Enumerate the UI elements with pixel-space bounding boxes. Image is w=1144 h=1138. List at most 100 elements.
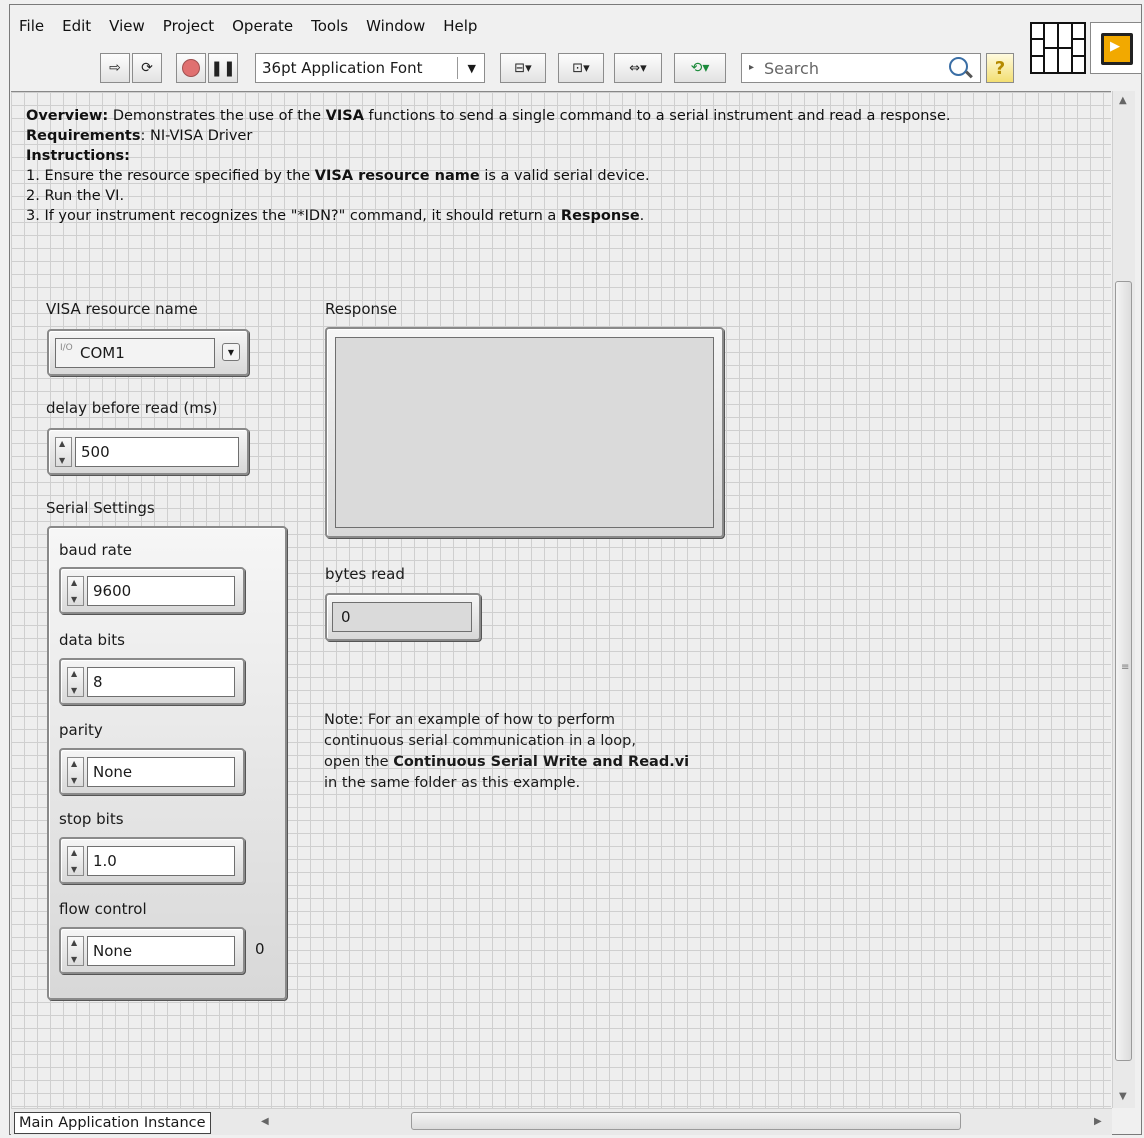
delay-input[interactable]: 500 <box>75 437 239 467</box>
visa-resource-value: COM1 <box>80 344 125 362</box>
arrow-up-icon[interactable]: ▲ <box>71 848 77 857</box>
menu-operate[interactable]: Operate <box>223 17 302 35</box>
arrow-down-icon[interactable]: ▼ <box>71 776 77 785</box>
run-continuously-icon: ⟳ <box>141 60 153 76</box>
pause-button[interactable]: ❚❚ <box>208 53 238 83</box>
parity-label: parity <box>59 721 103 739</box>
instruction-step-2: 2. Run the VI. <box>26 188 125 204</box>
menu-bar: File Edit View Project Operate Tools Win… <box>10 12 486 40</box>
grip-icon: ≡ <box>1121 662 1130 673</box>
menu-tools[interactable]: Tools <box>302 17 357 35</box>
overview-line: Overview: Demonstrates the use of the VI… <box>26 108 951 124</box>
instruction-step-3: 3. If your instrument recognizes the "*I… <box>26 208 645 224</box>
arrow-down-icon[interactable]: ▼ <box>71 686 77 695</box>
connector-pane-icon[interactable] <box>1030 22 1086 74</box>
resize-objects-button[interactable]: ⇔▾ <box>614 53 662 83</box>
data-bits-input[interactable]: 8 <box>87 667 235 697</box>
run-arrow-icon: ⇨ <box>109 60 121 76</box>
parity-input[interactable]: None <box>87 757 235 787</box>
parity-control[interactable]: ▲ ▼ None <box>59 748 245 795</box>
arrow-up-icon[interactable]: ▲ <box>71 578 77 587</box>
arrow-up-icon[interactable]: ▲ <box>59 439 65 448</box>
visa-browse-chevron-icon[interactable]: ▼ <box>222 343 240 361</box>
stop-bits-label: stop bits <box>59 810 124 828</box>
scroll-down-icon[interactable]: ▼ <box>1119 1091 1127 1102</box>
parity-stepper[interactable]: ▲ ▼ <box>67 757 84 787</box>
bytes-read-indicator: 0 <box>325 593 481 641</box>
application-instance[interactable]: Main Application Instance <box>14 1112 211 1134</box>
vertical-scroll-thumb[interactable]: ≡ <box>1115 281 1132 1061</box>
visa-resource-field[interactable]: I/O COM1 <box>55 338 215 368</box>
arrow-down-icon[interactable]: ▼ <box>71 865 77 874</box>
arrow-up-icon[interactable]: ▲ <box>71 759 77 768</box>
align-objects-icon: ⊟▾ <box>514 60 532 76</box>
visa-resource-control[interactable]: I/O COM1 ▼ <box>47 329 249 376</box>
context-help-button[interactable]: ? <box>986 53 1014 83</box>
scroll-right-icon[interactable]: ▶ <box>1094 1116 1102 1127</box>
data-bits-control[interactable]: ▲ ▼ 8 <box>59 658 245 705</box>
pause-icon: ❚❚ <box>210 59 236 77</box>
search-placeholder: Search <box>764 58 819 78</box>
arrow-up-icon[interactable]: ▲ <box>71 938 77 947</box>
stop-bits-control[interactable]: ▲ ▼ 1.0 <box>59 837 245 884</box>
bytes-read-value: 0 <box>332 602 472 632</box>
reorder-button[interactable]: ⟲▾ <box>674 53 726 83</box>
delay-control[interactable]: ▲ ▼ 500 <box>47 428 249 475</box>
vertical-scrollbar[interactable]: ▲ ≡ ▼ <box>1112 91 1135 1108</box>
abort-button[interactable] <box>176 53 206 83</box>
note-text: Note: For an example of how to perform c… <box>324 712 690 791</box>
menu-file[interactable]: File <box>10 17 53 35</box>
baud-rate-stepper[interactable]: ▲ ▼ <box>67 576 84 606</box>
font-selector[interactable]: 36pt Application Font ▼ <box>255 53 485 83</box>
delay-stepper[interactable]: ▲ ▼ <box>55 437 72 467</box>
front-panel: Overview: Demonstrates the use of the VI… <box>11 91 1111 1109</box>
baud-rate-control[interactable]: ▲ ▼ 9600 <box>59 567 245 614</box>
arrow-down-icon[interactable]: ▼ <box>71 595 77 604</box>
response-indicator <box>325 327 724 538</box>
menu-view[interactable]: View <box>100 17 154 35</box>
description-text: Overview: Demonstrates the use of the VI… <box>26 106 1046 226</box>
response-label: Response <box>325 300 398 318</box>
data-bits-stepper[interactable]: ▲ ▼ <box>67 667 84 697</box>
visa-resource-label: VISA resource name <box>46 300 198 318</box>
arrow-down-icon[interactable]: ▼ <box>71 955 77 964</box>
search-input[interactable]: ▸ Search <box>741 53 981 83</box>
flow-control-stepper[interactable]: ▲ ▼ <box>67 936 84 966</box>
flow-control-label: flow control <box>59 900 147 918</box>
stop-bits-input[interactable]: 1.0 <box>87 846 235 876</box>
run-continuously-button[interactable]: ⟳ <box>132 53 162 83</box>
arrow-down-icon[interactable]: ▼ <box>59 456 65 465</box>
instructions-heading: Instructions: <box>26 148 130 164</box>
align-objects-button[interactable]: ⊟▾ <box>500 53 546 83</box>
reorder-icon: ⟲▾ <box>690 60 710 76</box>
scroll-left-icon[interactable]: ◀ <box>261 1116 269 1127</box>
flow-control-index: 0 <box>255 940 265 958</box>
labview-logo-icon <box>1101 33 1133 65</box>
font-selector-label: 36pt Application Font <box>262 59 423 77</box>
menu-help[interactable]: Help <box>434 17 486 35</box>
serial-settings-label: Serial Settings <box>46 499 155 517</box>
horizontal-scroll-thumb[interactable] <box>411 1112 961 1130</box>
vi-icon[interactable] <box>1090 22 1142 74</box>
flow-control-input[interactable]: None <box>87 936 235 966</box>
io-icon: I/O <box>60 343 73 353</box>
stop-bits-stepper[interactable]: ▲ ▼ <box>67 846 84 876</box>
distribute-objects-icon: ⊡▾ <box>572 60 590 76</box>
flow-control-control[interactable]: ▲ ▼ None <box>59 927 245 974</box>
search-icon[interactable] <box>949 57 968 76</box>
scroll-up-icon[interactable]: ▲ <box>1119 95 1127 106</box>
distribute-objects-button[interactable]: ⊡▾ <box>558 53 604 83</box>
chevron-down-icon: ▼ <box>467 62 476 75</box>
response-text <box>335 337 714 528</box>
requirements-line: Requirements: NI-VISA Driver <box>26 128 253 144</box>
baud-rate-input[interactable]: 9600 <box>87 576 235 606</box>
arrow-up-icon[interactable]: ▲ <box>71 669 77 678</box>
search-arrow-icon: ▸ <box>749 62 755 73</box>
menu-edit[interactable]: Edit <box>53 17 100 35</box>
horizontal-scrollbar[interactable]: Main Application Instance ◀ ▶ <box>11 1108 1112 1135</box>
menu-project[interactable]: Project <box>154 17 223 35</box>
menu-window[interactable]: Window <box>357 17 434 35</box>
run-button[interactable]: ⇨ <box>100 53 130 83</box>
instruction-step-1: 1. Ensure the resource specified by the … <box>26 168 650 184</box>
stop-circle-icon <box>182 59 200 77</box>
